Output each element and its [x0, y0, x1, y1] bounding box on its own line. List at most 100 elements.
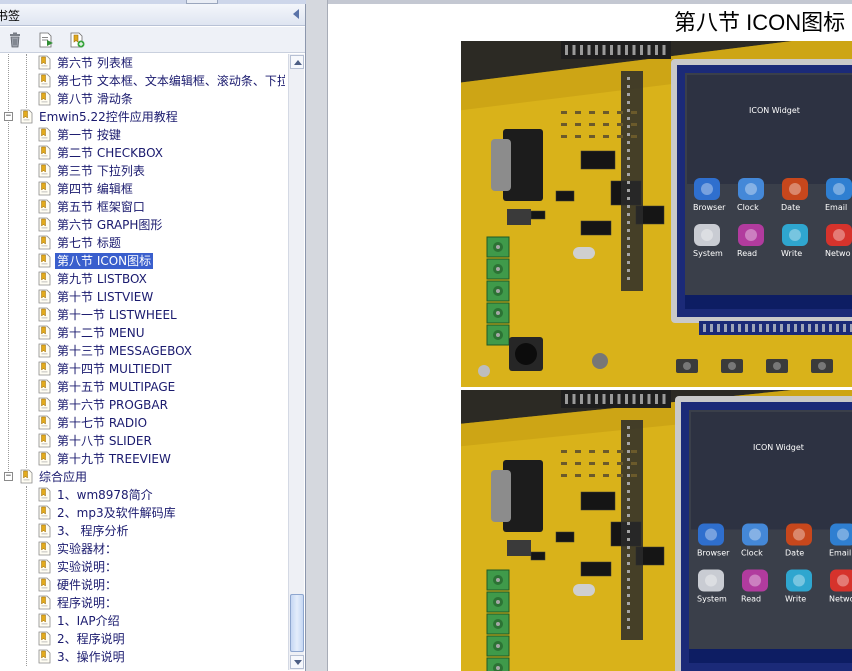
- bookmark-item[interactable]: 第五节 框架窗口: [0, 198, 288, 216]
- bookmark-item[interactable]: 第十三节 MESSAGEBOX: [0, 342, 288, 360]
- bookmark-item[interactable]: 实验器材：: [0, 540, 288, 558]
- bookmark-label[interactable]: 3、操作说明: [55, 649, 127, 665]
- bookmark-options-icon[interactable]: [37, 31, 55, 49]
- bookmark-icon: [38, 595, 52, 610]
- bookmark-label[interactable]: 实验说明：: [55, 559, 119, 575]
- bookmark-item[interactable]: 第八节 ICON图标: [0, 252, 288, 270]
- bookmark-item[interactable]: 2、mp3及软件解码库: [0, 504, 288, 522]
- bookmark-label[interactable]: 第十三节 MESSAGEBOX: [55, 343, 194, 359]
- svg-text:System: System: [693, 249, 723, 258]
- bookmark-label[interactable]: 第九节 LISTBOX: [55, 271, 149, 287]
- bookmark-item[interactable]: 第三节 下拉列表: [0, 162, 288, 180]
- bookmark-item[interactable]: 第八节 滑动条: [0, 90, 288, 108]
- bookmark-label[interactable]: 第七节 文本框、文本编辑框、滚动条、下拉: [55, 73, 285, 89]
- bookmark-item[interactable]: 1、wm8978简介: [0, 486, 288, 504]
- bookmark-tree: 第六节 列表框第七节 文本框、文本编辑框、滚动条、下拉 第八节 滑动条 − Emwin…: [0, 54, 288, 670]
- new-bookmark-icon[interactable]: [68, 31, 86, 49]
- bookmark-label[interactable]: Emwin5.22控件应用教程: [37, 109, 180, 125]
- bookmark-label[interactable]: 2、mp3及软件解码库: [55, 505, 178, 521]
- bookmark-label[interactable]: 第十八节 SLIDER: [55, 433, 154, 449]
- bookmark-item[interactable]: 1、IAP介绍: [0, 612, 288, 630]
- collapse-toggle-icon[interactable]: −: [4, 472, 13, 481]
- bookmark-item[interactable]: 第十八节 SLIDER: [0, 432, 288, 450]
- bookmark-item[interactable]: 第十九节 TREEVIEW: [0, 450, 288, 468]
- bookmark-label[interactable]: 第十五节 MULTIPAGE: [55, 379, 177, 395]
- bookmark-label[interactable]: 第十六节 PROGBAR: [55, 397, 170, 413]
- bookmark-icon: [38, 577, 52, 592]
- bookmarks-scrollbar[interactable]: [288, 54, 304, 670]
- bookmark-icon: [20, 109, 34, 124]
- bookmark-label[interactable]: 1、IAP介绍: [55, 613, 122, 629]
- trash-icon[interactable]: [6, 31, 24, 49]
- bookmark-icon: [38, 433, 52, 448]
- bookmark-label[interactable]: 第十四节 MULTIEDIT: [55, 361, 174, 377]
- bookmark-label[interactable]: 综合应用: [37, 469, 89, 485]
- bookmark-label[interactable]: 3、 程序分析: [55, 523, 130, 539]
- scrollbar-thumb[interactable]: [290, 594, 304, 652]
- svg-text:System: System: [697, 595, 727, 604]
- bookmark-icon: [38, 343, 52, 358]
- svg-text:Write: Write: [785, 595, 806, 604]
- bookmark-item[interactable]: 第二节 CHECKBOX: [0, 144, 288, 162]
- bookmark-icon: [20, 469, 34, 484]
- bookmark-label[interactable]: 实验器材：: [55, 541, 119, 557]
- bookmark-item[interactable]: 第十四节 MULTIEDIT: [0, 360, 288, 378]
- panel-splitter[interactable]: [306, 0, 328, 671]
- bookmark-item[interactable]: 第十六节 PROGBAR: [0, 396, 288, 414]
- document-page: 第八节 ICON图标 ICON Widget Browser Clock Date Em…: [328, 4, 852, 671]
- bookmark-label[interactable]: 1、wm8978简介: [55, 487, 155, 503]
- collapse-panel-icon[interactable]: [293, 9, 299, 19]
- bookmark-icon: [38, 199, 52, 214]
- bookmark-label[interactable]: 第六节 GRAPH图形: [55, 217, 164, 233]
- bookmark-item[interactable]: 2、程序说明: [0, 630, 288, 648]
- bookmark-icon: [38, 505, 52, 520]
- bookmark-label[interactable]: 第七节 标题: [55, 235, 123, 251]
- bookmark-item[interactable]: 第七节 标题: [0, 234, 288, 252]
- bookmark-label[interactable]: 第十二节 MENU: [55, 325, 147, 341]
- bookmark-item[interactable]: 第四节 编辑框: [0, 180, 288, 198]
- bookmark-group[interactable]: − Emwin5.22控件应用教程: [0, 108, 288, 126]
- bookmark-item[interactable]: 第十二节 MENU: [0, 324, 288, 342]
- bookmark-label[interactable]: 第六节 列表框: [55, 55, 135, 71]
- bookmark-label[interactable]: 第三节 下拉列表: [55, 163, 147, 179]
- bookmark-item[interactable]: 第十五节 MULTIPAGE: [0, 378, 288, 396]
- bookmark-label[interactable]: 第一节 按键: [55, 127, 123, 143]
- bookmark-label[interactable]: 第十七节 RADIO: [55, 415, 149, 431]
- bookmark-icon: [38, 127, 52, 142]
- bookmark-label[interactable]: 2、程序说明: [55, 631, 127, 647]
- bookmark-label[interactable]: 第十九节 TREEVIEW: [55, 451, 173, 467]
- bookmark-label[interactable]: 硬件说明：: [55, 577, 119, 593]
- bookmark-item[interactable]: 第六节 GRAPH图形: [0, 216, 288, 234]
- bookmark-label[interactable]: 第十一节 LISTWHEEL: [55, 307, 179, 323]
- bookmark-group[interactable]: − 综合应用: [0, 468, 288, 486]
- collapse-toggle-icon[interactable]: −: [4, 112, 13, 121]
- bookmark-icon: [38, 55, 52, 70]
- bookmark-label[interactable]: 程序说明：: [55, 595, 119, 611]
- bookmark-item[interactable]: 第十一节 LISTWHEEL: [0, 306, 288, 324]
- bookmark-item[interactable]: 3、操作说明: [0, 648, 288, 666]
- bookmark-label[interactable]: 第二节 CHECKBOX: [55, 145, 165, 161]
- bookmark-label[interactable]: 第十节 LISTVIEW: [55, 289, 155, 305]
- bookmark-item[interactable]: 第一节 按键: [0, 126, 288, 144]
- bookmark-item[interactable]: 第十节 LISTVIEW: [0, 288, 288, 306]
- bookmark-icon: [38, 253, 52, 268]
- bookmark-item[interactable]: 硬件说明：: [0, 576, 288, 594]
- bookmark-label[interactable]: 第五节 框架窗口: [55, 199, 147, 215]
- bookmark-icon: [38, 163, 52, 178]
- section-heading: 第八节 ICON图标: [674, 10, 846, 35]
- bookmark-label[interactable]: 第四节 编辑框: [55, 181, 135, 197]
- bookmark-item[interactable]: 3、 程序分析: [0, 522, 288, 540]
- bookmark-label[interactable]: 第八节 ICON图标: [55, 253, 154, 269]
- bookmark-icon: [38, 325, 52, 340]
- scroll-down-icon[interactable]: [290, 655, 304, 669]
- bookmark-item[interactable]: 第十七节 RADIO: [0, 414, 288, 432]
- bookmark-item[interactable]: 第七节 文本框、文本编辑框、滚动条、下拉: [0, 72, 288, 90]
- bookmark-item[interactable]: 第九节 LISTBOX: [0, 270, 288, 288]
- bookmark-icon: [38, 73, 52, 88]
- bookmark-item[interactable]: 程序说明：: [0, 594, 288, 612]
- scroll-up-icon[interactable]: [290, 55, 304, 69]
- bookmark-item[interactable]: 实验说明：: [0, 558, 288, 576]
- bookmark-icon: [38, 415, 52, 430]
- bookmark-item[interactable]: 第六节 列表框: [0, 54, 288, 72]
- bookmark-label[interactable]: 第八节 滑动条: [55, 91, 135, 107]
